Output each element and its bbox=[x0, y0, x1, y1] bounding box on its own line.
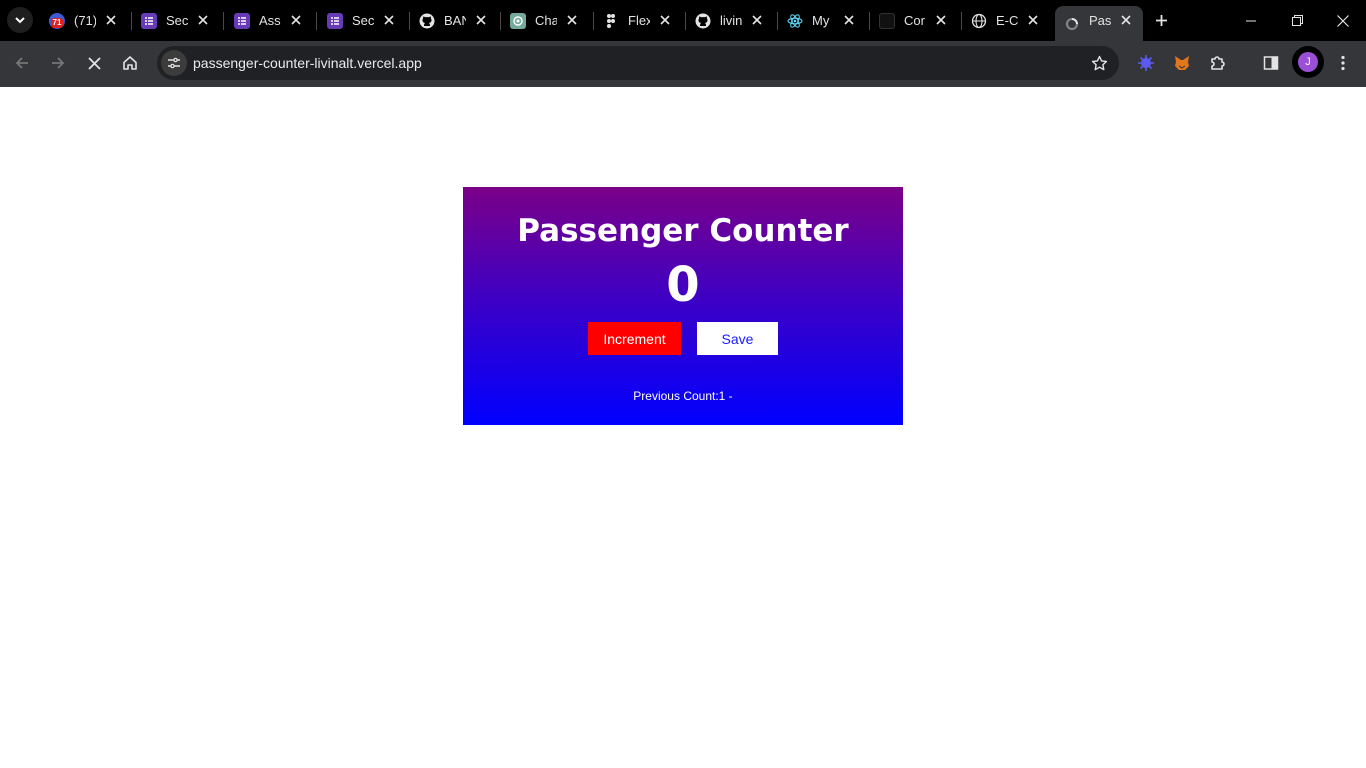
minimize-icon bbox=[1246, 20, 1256, 21]
back-button[interactable] bbox=[7, 48, 37, 78]
menu-button[interactable] bbox=[1328, 48, 1358, 78]
button-row: Increment Save bbox=[463, 322, 903, 355]
tab-title: BAN bbox=[444, 13, 466, 28]
more-vertical-icon bbox=[1341, 55, 1345, 71]
tab-passenger-counter[interactable]: Pas bbox=[1055, 6, 1143, 41]
tab-title: E-C bbox=[996, 13, 1018, 28]
close-window-button[interactable] bbox=[1320, 0, 1366, 41]
page-content: Passenger Counter 0 Increment Save Previ… bbox=[0, 87, 1366, 768]
star-icon bbox=[1091, 55, 1107, 70]
close-icon[interactable] bbox=[103, 12, 119, 28]
page-title: Passenger Counter bbox=[517, 213, 849, 249]
tab-separator bbox=[316, 12, 317, 30]
avatar[interactable]: J bbox=[1298, 52, 1318, 72]
forward-button[interactable] bbox=[43, 48, 73, 78]
close-icon[interactable] bbox=[195, 12, 211, 28]
close-icon[interactable] bbox=[564, 12, 580, 28]
close-icon[interactable] bbox=[288, 12, 304, 28]
forms-list-icon bbox=[327, 12, 343, 29]
tab-title: Asse bbox=[259, 13, 281, 28]
arrow-right-icon bbox=[52, 57, 65, 69]
count-display: 0 bbox=[666, 257, 700, 313]
previous-count-text: Previous Count:1 - bbox=[633, 389, 733, 403]
extension-button[interactable] bbox=[1131, 48, 1161, 78]
react-icon bbox=[787, 13, 803, 29]
tab-forms[interactable]: Asse bbox=[225, 6, 313, 35]
close-icon[interactable] bbox=[381, 12, 397, 28]
tab-forms[interactable]: Secu bbox=[132, 6, 220, 35]
tab-separator bbox=[223, 12, 224, 30]
new-tab-button[interactable] bbox=[1149, 8, 1173, 32]
tab-page[interactable]: Cor bbox=[870, 6, 958, 35]
tab-react[interactable]: My bbox=[778, 6, 866, 35]
arrow-left-icon bbox=[15, 57, 28, 69]
tab-title: Secu bbox=[166, 13, 188, 28]
close-icon[interactable] bbox=[841, 12, 857, 28]
tab-github[interactable]: livin bbox=[686, 6, 774, 35]
close-icon[interactable] bbox=[1025, 12, 1041, 28]
close-icon[interactable] bbox=[933, 12, 949, 28]
extensions-menu-button[interactable] bbox=[1203, 48, 1233, 78]
tab-title: (71) bbox=[74, 13, 96, 28]
tab-title: livin bbox=[720, 13, 742, 28]
tab-title: Pas bbox=[1089, 13, 1111, 28]
chatgpt-icon bbox=[510, 12, 526, 29]
github-icon bbox=[419, 13, 435, 29]
close-icon[interactable] bbox=[749, 12, 765, 28]
side-panel-button[interactable] bbox=[1256, 48, 1286, 78]
github-icon bbox=[695, 13, 711, 29]
counter-card: Passenger Counter 0 Increment Save Previ… bbox=[463, 187, 903, 425]
tab-forms[interactable]: Secu bbox=[318, 6, 406, 35]
home-button[interactable] bbox=[115, 48, 145, 78]
browser-toolbar: passenger-counter-livinalt.vercel.app J bbox=[0, 41, 1366, 87]
save-button[interactable]: Save bbox=[697, 322, 778, 355]
tab-title: Secu bbox=[352, 13, 374, 28]
tab-ecommerce[interactable]: E-C bbox=[962, 6, 1050, 35]
figma-icon bbox=[603, 13, 619, 29]
puzzle-icon bbox=[1211, 56, 1225, 70]
tab-title: Cha bbox=[535, 13, 557, 28]
tab-title: Cor bbox=[904, 13, 925, 28]
close-icon[interactable] bbox=[1118, 12, 1134, 28]
notification-badge-icon: 71 bbox=[49, 12, 65, 29]
bookmark-button[interactable] bbox=[1089, 53, 1109, 73]
increment-button[interactable]: Increment bbox=[588, 322, 681, 355]
tab-github[interactable]: BAN bbox=[410, 6, 498, 35]
plus-icon bbox=[1155, 14, 1167, 26]
restore-icon bbox=[1291, 15, 1303, 26]
site-info-button[interactable] bbox=[161, 50, 187, 76]
url-text[interactable]: passenger-counter-livinalt.vercel.app bbox=[193, 55, 422, 71]
fox-icon bbox=[1175, 56, 1189, 70]
close-icon bbox=[87, 56, 101, 70]
forms-list-icon bbox=[234, 12, 250, 29]
tab-title: Flex bbox=[628, 13, 650, 28]
globe-icon bbox=[971, 13, 987, 29]
tab-title: My bbox=[812, 13, 830, 28]
home-icon bbox=[123, 56, 137, 70]
tab-strip: 71 (71) Secu Asse Secu BAN bbox=[0, 0, 1366, 41]
minimize-button[interactable] bbox=[1228, 0, 1274, 41]
stop-loading-button[interactable] bbox=[79, 48, 109, 78]
close-icon[interactable] bbox=[473, 12, 489, 28]
tab-search-button[interactable] bbox=[7, 7, 33, 33]
close-icon[interactable] bbox=[657, 12, 673, 28]
sparkle-extension-icon bbox=[1138, 55, 1154, 71]
tab-badge-count: 71 bbox=[51, 17, 63, 28]
chevron-down-icon bbox=[15, 17, 25, 24]
address-bar[interactable]: passenger-counter-livinalt.vercel.app bbox=[157, 46, 1119, 80]
tab-figma[interactable]: Flex bbox=[594, 6, 682, 35]
metamask-extension-button[interactable] bbox=[1167, 48, 1197, 78]
tab-notifications[interactable]: 71 (71) bbox=[40, 6, 128, 35]
tune-icon bbox=[168, 57, 180, 69]
tab-chatgpt[interactable]: Cha bbox=[501, 6, 589, 35]
side-panel-icon bbox=[1263, 56, 1279, 70]
close-icon bbox=[1337, 14, 1349, 27]
restore-button[interactable] bbox=[1274, 0, 1320, 41]
dark-square-icon bbox=[879, 12, 895, 29]
forms-list-icon bbox=[141, 12, 157, 29]
loading-icon bbox=[1064, 16, 1080, 32]
